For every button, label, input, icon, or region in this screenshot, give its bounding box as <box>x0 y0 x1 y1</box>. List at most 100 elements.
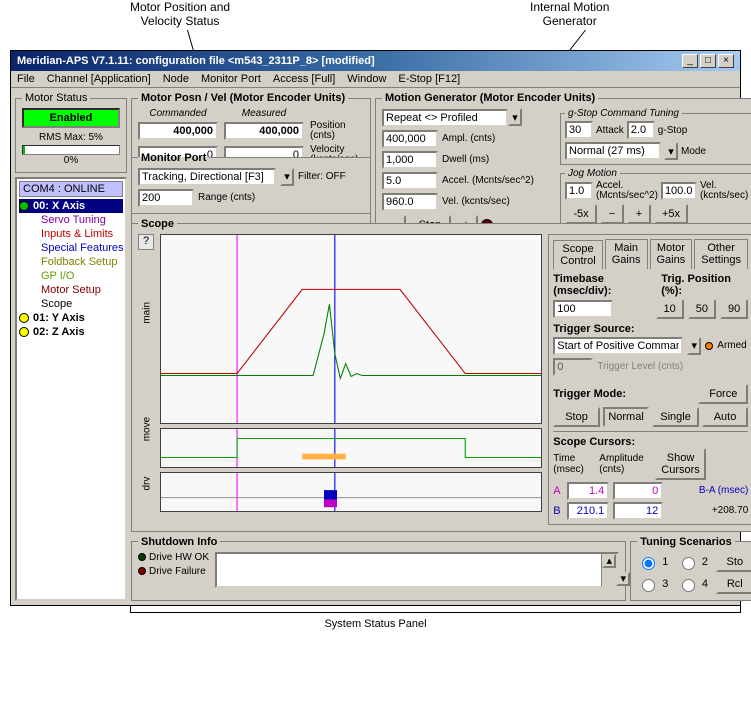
trigpos-90[interactable]: 90 <box>720 299 748 319</box>
tree-item-9[interactable]: 02: Z Axis <box>19 325 123 339</box>
cursor-b-label: B <box>553 505 563 517</box>
triglevel-input <box>553 358 593 376</box>
callout-motion-gen: Internal Motion Generator <box>530 0 609 28</box>
armed-led <box>705 342 713 350</box>
tree-item-0[interactable]: 00: X Axis <box>19 199 123 213</box>
jog-vel-input[interactable] <box>661 182 697 200</box>
minimize-button[interactable]: _ <box>682 54 698 68</box>
tab-other-settings[interactable]: Other Settings <box>694 239 748 269</box>
tree-item-4[interactable]: Foldback Setup <box>19 255 123 269</box>
attack-label: Attack <box>596 125 624 136</box>
dropdown-icon[interactable]: ▾ <box>664 142 678 160</box>
mode-select[interactable] <box>565 142 661 160</box>
sto-button[interactable]: Sto <box>716 552 751 572</box>
menubar: File Channel [Application] Node Monitor … <box>11 71 740 88</box>
menu-file[interactable]: File <box>17 73 35 85</box>
cursor-a-amp: 0 <box>613 482 663 500</box>
motor-status-panel: Motor Status Enabled RMS Max: 5% 0% <box>15 92 127 173</box>
tree-item-8[interactable]: 01: Y Axis <box>19 311 123 325</box>
menu-access[interactable]: Access [Full] <box>273 73 335 85</box>
menu-monitor[interactable]: Monitor Port <box>201 73 261 85</box>
jog-legend: Jog Motion <box>565 168 620 179</box>
tab-scope-control[interactable]: Scope Control <box>553 240 602 270</box>
tree-item-3[interactable]: Special Features <box>19 241 123 255</box>
trigpos-50[interactable]: 50 <box>688 299 716 319</box>
motor-status-legend: Motor Status <box>22 92 90 104</box>
scenario-1[interactable]: 1 <box>637 554 673 570</box>
tree-item-2[interactable]: Inputs & Limits <box>19 227 123 241</box>
tree-item-1[interactable]: Servo Tuning <box>19 213 123 227</box>
scroll-down-icon[interactable]: ▾ <box>616 572 630 586</box>
tree-item-7[interactable]: Scope <box>19 297 123 311</box>
shutdown-panel: Shutdown Info Drive HW OK Drive Failure … <box>131 536 626 601</box>
dropdown-icon[interactable]: ▾ <box>280 168 294 186</box>
monitor-select[interactable] <box>138 168 276 186</box>
filter-label: Filter: OFF <box>298 171 346 182</box>
trigsrc-select[interactable] <box>553 337 683 355</box>
titlebar: Meridian-APS V7.1.11: configuration file… <box>11 51 740 71</box>
accel-input[interactable] <box>382 172 438 190</box>
rms-pct: 0% <box>22 155 120 166</box>
vel-input[interactable] <box>382 193 438 211</box>
maximize-button[interactable]: □ <box>700 54 716 68</box>
scenario-4[interactable]: 4 <box>677 576 713 592</box>
timebase-input[interactable] <box>553 300 613 318</box>
dwell-label: Dwell (ms) <box>442 154 489 165</box>
commanded-label: Commanded <box>138 108 218 119</box>
ampl-input[interactable] <box>382 130 438 148</box>
mode-single[interactable]: Single <box>652 407 699 427</box>
scroll-up-icon[interactable]: ▴ <box>602 554 616 568</box>
move-plot: move <box>160 428 542 468</box>
monitor-legend: Monitor Port <box>138 152 209 164</box>
status-enabled: Enabled <box>22 108 120 128</box>
vel-label: Vel. (kcnts/sec) <box>442 196 510 207</box>
ba-value: +208.70 <box>712 505 748 516</box>
timebase-label: Timebase (msec/div): <box>553 273 657 297</box>
jog-accel-input[interactable] <box>565 182 593 200</box>
tab-motor-gains[interactable]: Motor Gains <box>650 239 693 269</box>
help-button[interactable]: ? <box>138 234 154 250</box>
dwell-input[interactable] <box>382 151 438 169</box>
menu-channel[interactable]: Channel [Application] <box>47 73 151 85</box>
rcl-button[interactable]: Rcl <box>716 574 751 594</box>
mode-auto[interactable]: Auto <box>702 407 749 427</box>
cursor-b-time: 210.1 <box>567 502 609 520</box>
motion-type-select[interactable] <box>382 109 508 127</box>
posn-legend: Motor Posn / Vel (Motor Encoder Units) <box>138 92 348 104</box>
range-input[interactable] <box>138 189 194 207</box>
trigpos-10[interactable]: 10 <box>656 299 684 319</box>
dropdown-icon[interactable]: ▾ <box>508 108 522 126</box>
cursor-b-amp: 12 <box>613 502 663 520</box>
force-button[interactable]: Force <box>698 384 748 404</box>
shutdown-text[interactable]: ▴ ▾ <box>215 552 619 588</box>
scope-controls: Scope Control Main Gains Motor Gains Oth… <box>548 234 751 525</box>
tree-item-5[interactable]: GP I/O <box>19 269 123 283</box>
trigpos-label: Trig. Position (%): <box>661 273 748 297</box>
mode-stop[interactable]: Stop <box>553 407 600 427</box>
menu-node[interactable]: Node <box>163 73 189 85</box>
shutdown-legend: Shutdown Info <box>138 536 220 548</box>
monitor-port-panel: Monitor Port ▾ Filter: OFF Range (cnts) <box>131 152 371 214</box>
show-cursors-button[interactable]: Show Cursors <box>655 448 706 480</box>
tree-header: COM4 : ONLINE <box>19 181 123 197</box>
attack-input[interactable] <box>565 121 593 139</box>
scenario-2[interactable]: 2 <box>677 554 713 570</box>
cursor-a-label: A <box>553 485 563 497</box>
close-button[interactable]: × <box>718 54 734 68</box>
callout-status-panel: System Status Panel <box>324 618 426 630</box>
trigmode-label: Trigger Mode: <box>553 388 626 400</box>
jog-vel-label: Vel. (kcnts/sec) <box>700 181 748 201</box>
mode-normal[interactable]: Normal <box>603 407 650 427</box>
range-label: Range (cnts) <box>198 192 255 203</box>
cursors-label: Scope Cursors: <box>553 436 748 448</box>
menu-estop[interactable]: E-Stop [F12] <box>398 73 460 85</box>
scenario-3[interactable]: 3 <box>637 576 673 592</box>
tab-main-gains[interactable]: Main Gains <box>605 239 648 269</box>
gstop-input[interactable] <box>627 121 655 139</box>
gstop-label: g-Stop <box>658 125 687 136</box>
measured-label: Measured <box>224 108 304 119</box>
menu-window[interactable]: Window <box>347 73 386 85</box>
dropdown-icon[interactable]: ▾ <box>687 337 701 355</box>
tree-item-6[interactable]: Motor Setup <box>19 283 123 297</box>
callout-motor-posn: Motor Position and Velocity Status <box>130 0 230 28</box>
